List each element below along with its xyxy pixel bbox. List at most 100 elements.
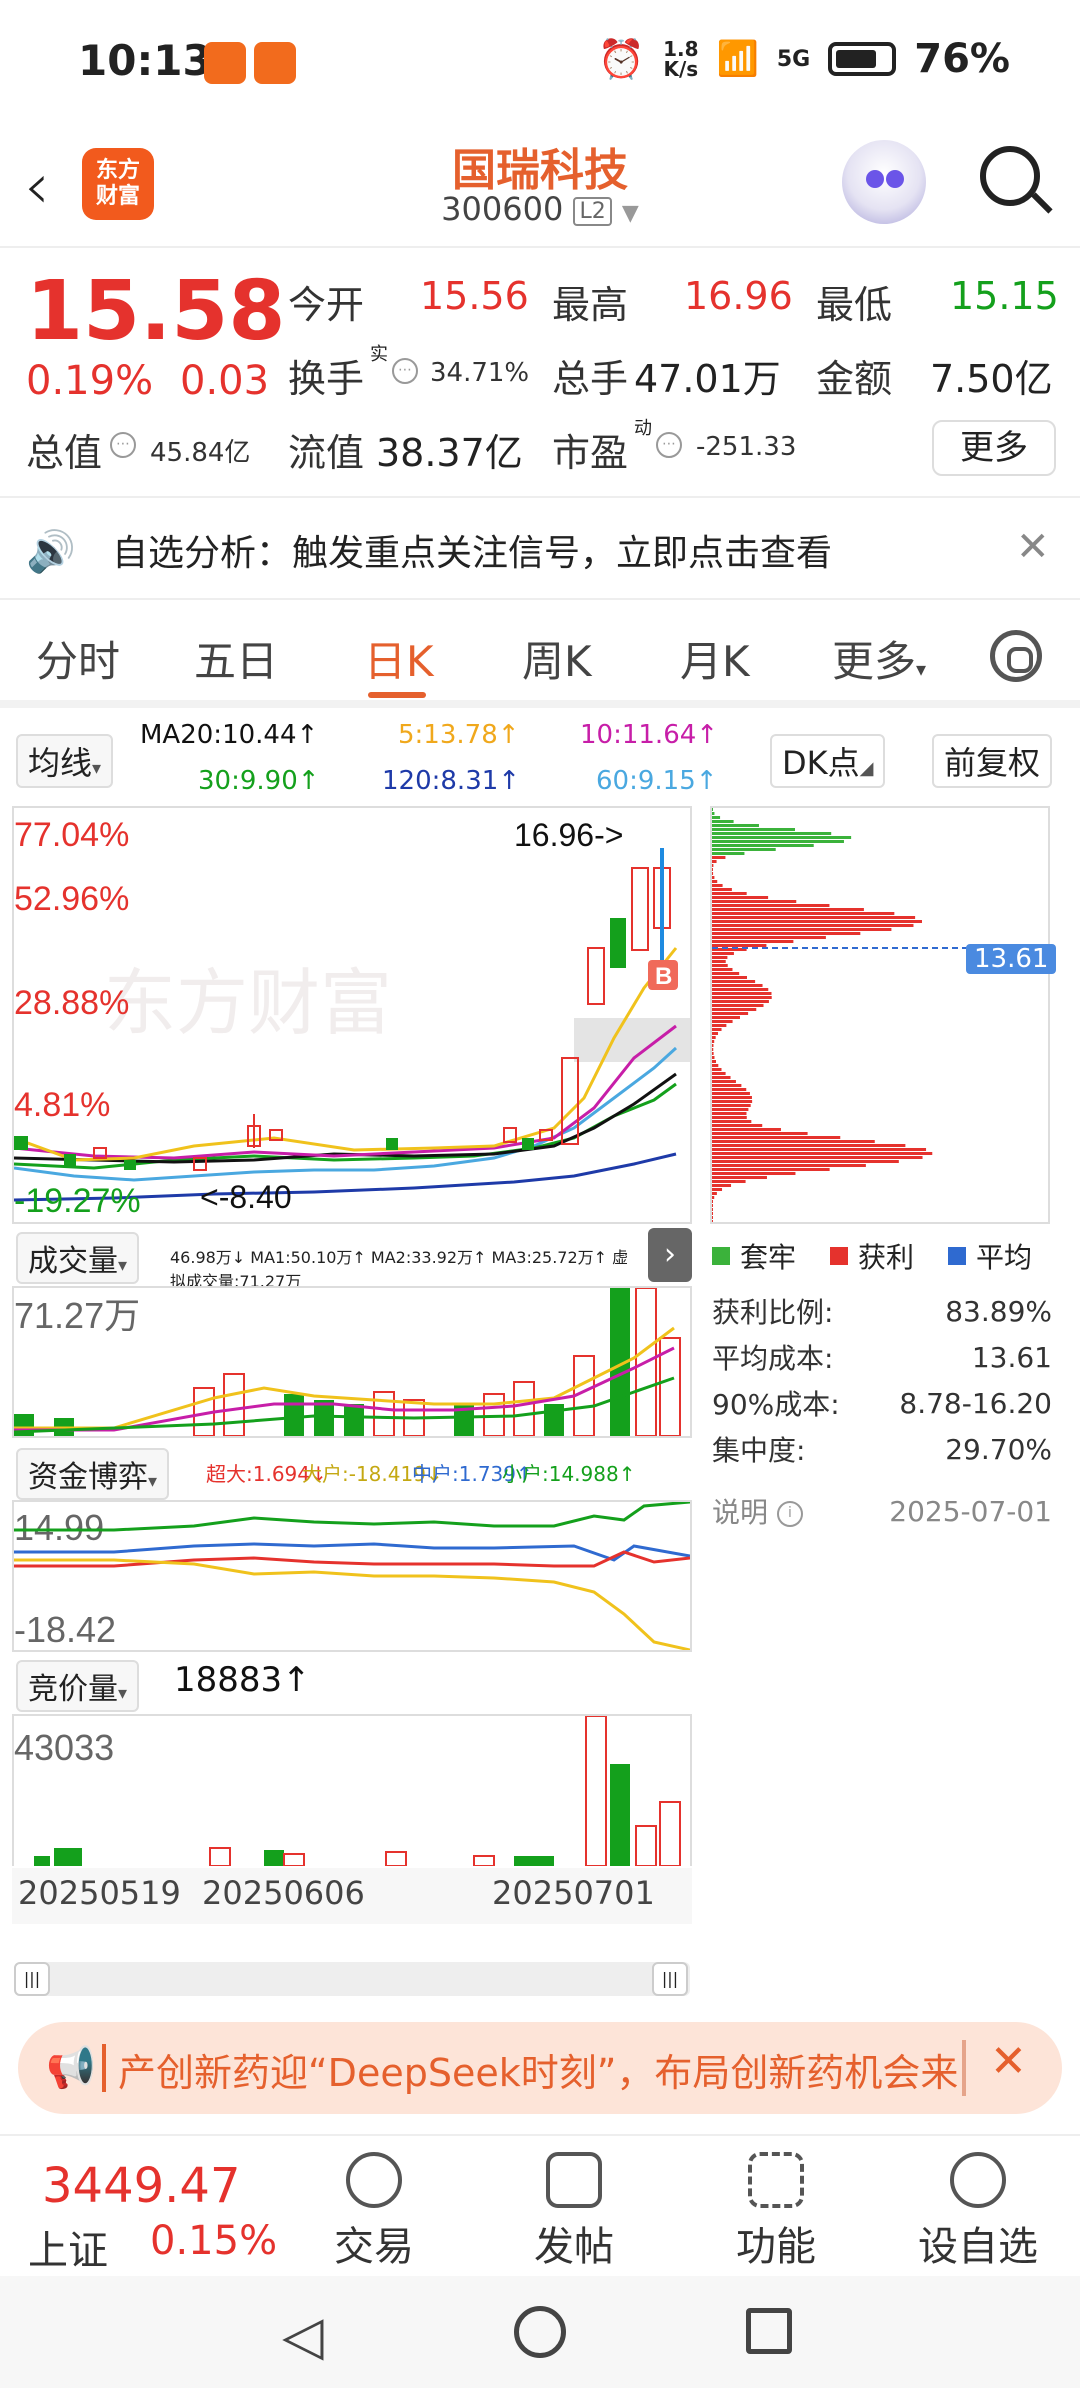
chip-bar <box>712 1040 715 1043</box>
stat-label: 平均成本: <box>712 1342 834 1375</box>
stat-value: 8.78-16.20 <box>899 1386 1052 1420</box>
stock-code: 300600 <box>441 190 564 228</box>
chip-bar <box>712 1132 808 1135</box>
close-icon[interactable]: ✕ <box>1016 524 1050 570</box>
chip-bar <box>712 1004 764 1007</box>
index-change: 0.15% <box>150 2218 278 2264</box>
chip-bar <box>712 1052 714 1055</box>
chip-bar <box>712 1140 875 1143</box>
change-value: 0.03 <box>180 358 270 404</box>
scroll-handle-left[interactable]: ||| <box>14 1962 50 1996</box>
chip-bar <box>712 832 832 835</box>
gear-icon[interactable] <box>990 630 1042 682</box>
fund-header: 资金博弈▾ 超大:1.694↓ 大户:-18.419↓ 中户:1.739↑ 小户… <box>12 1446 692 1500</box>
kline-chart[interactable]: 东方财富 B 77.04% 52.96% 28.88% 4.81% -19.27… <box>12 806 692 1224</box>
ma-selector[interactable]: 均线▾ <box>16 734 114 788</box>
notification-icon <box>204 42 246 84</box>
scroll-handle-right[interactable]: ||| <box>652 1962 688 1996</box>
auction-selector[interactable]: 竞价量▾ <box>16 1660 140 1712</box>
chip-bar <box>712 1160 899 1163</box>
analysis-banner[interactable]: 🔊 自选分析：触发重点关注信号，立即点击查看 ✕ <box>0 500 1080 600</box>
info-icon[interactable]: ⋯ <box>656 432 682 458</box>
auction-max: 43033 <box>14 1727 114 1768</box>
back-nav-icon[interactable]: ◁ <box>282 2304 324 2367</box>
chip-bar <box>712 1116 747 1119</box>
ma20-value: MA20:10.44↑ <box>140 720 319 750</box>
battery-icon <box>828 42 897 76</box>
chip-bar <box>712 1184 732 1187</box>
trade-button[interactable]: 交易 <box>294 2152 454 2272</box>
tab-weekly-k[interactable]: 周K <box>522 628 592 689</box>
tab-five-day[interactable]: 五日 <box>194 628 278 689</box>
chip-bar <box>712 1136 841 1139</box>
volume-value: 47.01万 <box>634 357 781 401</box>
ma120-value: 120:8.31↑ <box>382 766 521 796</box>
level2-badge: L2 <box>573 196 612 226</box>
chip-bar <box>712 852 745 855</box>
date-label: 20250519 <box>18 1874 181 1912</box>
tab-intraday[interactable]: 分时 <box>36 628 120 689</box>
chip-svg <box>712 808 1048 1222</box>
chip-stats: 获利比例: 83.89% 平均成本: 13.61 90%成本: 8.78-16.20 … <box>712 1288 1052 1534</box>
volume-selector[interactable]: 成交量▾ <box>16 1232 140 1284</box>
info-icon[interactable]: ⋯ <box>110 432 136 458</box>
fund-chart[interactable]: 14.99 -18.42 <box>12 1500 692 1652</box>
info-icon[interactable]: ⋯ <box>392 358 418 384</box>
news-text: 产创新药迎“DeepSeek时刻”，布局创新药机会来 <box>118 2051 959 2095</box>
tab-daily-k[interactable]: 日K <box>364 628 434 689</box>
functions-button[interactable]: 功能 <box>696 2152 856 2272</box>
news-marquee[interactable]: 📢 产创新药迎“DeepSeek时刻”，布局创新药机会来 ✕ <box>18 2022 1062 2114</box>
chip-bar <box>712 896 769 899</box>
home-nav-icon[interactable] <box>514 2306 566 2358</box>
chip-note-row: 说明 i 2025-07-01 <box>712 1488 1052 1534</box>
chip-bar <box>712 996 772 999</box>
chip-bar <box>712 1000 769 1003</box>
auction-chart[interactable]: 43033 <box>12 1714 692 1866</box>
volume-chart[interactable]: 71.27万 <box>12 1286 692 1438</box>
chip-bar <box>712 860 717 863</box>
stat-row: 集中度: 29.70% <box>712 1426 1052 1472</box>
watchlist-button[interactable]: 设自选 <box>898 2152 1058 2272</box>
chip-distribution-chart[interactable] <box>710 806 1050 1224</box>
turnover-value: 34.71% <box>430 358 530 388</box>
chip-bar <box>712 892 747 895</box>
post-button[interactable]: 发帖 <box>494 2152 654 2272</box>
assistant-robot-icon[interactable] <box>842 140 926 224</box>
chip-note[interactable]: 说明 i <box>712 1491 803 1531</box>
more-button[interactable]: 更多 <box>932 420 1056 476</box>
volume-label: 总手 <box>552 357 629 401</box>
chip-bar <box>712 1212 713 1215</box>
auction-svg: 43033 <box>14 1716 681 1866</box>
chip-bar <box>712 1060 717 1063</box>
tab-monthly-k[interactable]: 月K <box>680 628 750 689</box>
close-icon[interactable]: ✕ <box>990 2036 1027 2087</box>
chip-bar <box>712 1072 726 1075</box>
dk-point-selector[interactable]: DK点◢ <box>770 734 886 788</box>
chip-bar <box>712 984 763 987</box>
range-scrollbar[interactable]: ||| ||| <box>14 1962 690 1996</box>
chip-bar <box>712 936 826 939</box>
change-pct: 0.19% <box>26 358 154 404</box>
chip-legend: 套牢 获利 平均 <box>712 1236 1032 1276</box>
mktcap-value: 45.84亿 <box>150 438 251 468</box>
chip-bar <box>712 956 728 959</box>
axis-label-3: 28.88% <box>14 984 129 1022</box>
caret-down-icon: ▾ <box>148 1471 158 1492</box>
legend-trapped: 套牢 <box>740 1241 797 1274</box>
trade-label: 交易 <box>334 2224 414 2270</box>
adjust-selector[interactable]: 前复权 <box>932 734 1053 788</box>
search-icon[interactable] <box>980 146 1040 206</box>
net-speed-unit: K/s <box>663 57 699 81</box>
recents-nav-icon[interactable] <box>746 2308 792 2354</box>
chevron-right-icon[interactable]: › <box>648 1228 692 1282</box>
grid-icon <box>748 2152 804 2208</box>
edit-icon <box>546 2152 602 2208</box>
tab-more[interactable]: 更多▾ <box>832 628 926 689</box>
index-quote[interactable]: 3449.47 上证 0.15% <box>0 2136 290 2276</box>
chip-bar <box>712 952 734 955</box>
legend-profit: 获利 <box>858 1241 915 1274</box>
status-indicators: ⏰ 1.8 K/s 📶 5G 76% <box>598 36 1010 82</box>
alarm-icon: ⏰ <box>597 36 646 81</box>
high-label: 最高 <box>552 283 629 327</box>
fund-selector[interactable]: 资金博弈▾ <box>16 1448 170 1500</box>
